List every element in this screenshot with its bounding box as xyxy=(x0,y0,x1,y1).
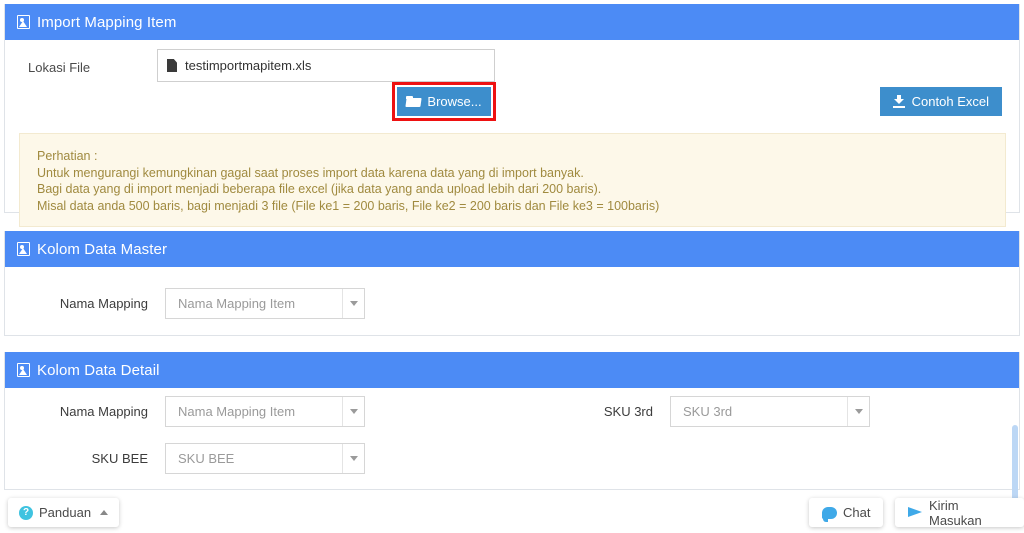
chevron-down-icon[interactable] xyxy=(342,444,364,473)
import-panel-title: Import Mapping Item xyxy=(37,13,177,31)
question-circle-icon: ? xyxy=(19,505,33,520)
chat-button[interactable]: Chat xyxy=(809,498,884,527)
panduan-button[interactable]: ? Panduan xyxy=(8,498,120,527)
download-icon xyxy=(892,95,905,108)
detail-panel-title: Kolom Data Detail xyxy=(37,361,160,379)
file-path-field[interactable]: testimportmapitem.xls xyxy=(157,49,495,82)
detail-sku-bee-label: SKU BEE xyxy=(91,451,148,466)
app-page: Import Mapping Item Lokasi File testimpo… xyxy=(0,0,1024,533)
chevron-down-icon[interactable] xyxy=(342,289,364,318)
file-name-text: testimportmapitem.xls xyxy=(185,58,312,73)
master-nama-mapping-label: Nama Mapping xyxy=(59,296,148,311)
chat-bubble-icon xyxy=(822,506,837,522)
contoh-excel-button[interactable]: Contoh Excel xyxy=(879,87,1002,116)
warning-line-3: Misal data anda 500 baris, bagi menjadi … xyxy=(37,198,660,213)
folder-icon xyxy=(406,96,421,107)
warning-heading: Perhatian : xyxy=(37,149,98,163)
panduan-label: Panduan xyxy=(39,505,92,520)
file-location-row: Lokasi File testimportmapitem.xls Browse… xyxy=(5,40,1019,121)
kirim-masukan-button[interactable]: Kirim Masukan xyxy=(895,497,1024,528)
import-mapping-panel: Import Mapping Item Lokasi File testimpo… xyxy=(4,4,1020,227)
broken-image-icon xyxy=(17,15,30,29)
panel-scrollbar[interactable] xyxy=(1012,425,1018,509)
detail-sku-bee-placeholder: SKU BEE xyxy=(178,451,235,466)
detail-panel-header: Kolom Data Detail xyxy=(5,352,1019,388)
browse-button-label: Browse... xyxy=(427,94,482,109)
file-location-label: Lokasi File xyxy=(28,60,91,75)
detail-nama-mapping-select[interactable]: Nama Mapping Item xyxy=(165,396,365,427)
warning-line-2: Bagi data yang di import menjadi beberap… xyxy=(37,182,602,196)
detail-sku-3rd-row: SKU 3rd SKU 3rd xyxy=(510,396,870,427)
warning-line-1: Untuk mengurangi kemungkinan gagal saat … xyxy=(37,165,584,180)
broken-image-icon xyxy=(17,363,30,377)
kirim-masukan-label: Kirim Masukan xyxy=(929,497,982,528)
chat-label: Chat xyxy=(843,505,871,520)
detail-nama-mapping-placeholder: Nama Mapping Item xyxy=(178,404,296,419)
paper-plane-icon xyxy=(908,506,923,519)
detail-sku-3rd-label: SKU 3rd xyxy=(603,404,653,419)
master-panel-title: Kolom Data Master xyxy=(37,240,168,258)
detail-sku-3rd-select[interactable]: SKU 3rd xyxy=(670,396,870,427)
document-icon xyxy=(167,59,177,72)
detail-sku-bee-select[interactable]: SKU BEE xyxy=(165,443,365,474)
kolom-data-master-panel: Kolom Data Master Nama Mapping Nama Mapp… xyxy=(4,231,1020,336)
master-panel-header: Kolom Data Master xyxy=(5,231,1019,267)
detail-sku-bee-row: SKU BEE SKU BEE xyxy=(5,443,365,474)
chevron-down-icon[interactable] xyxy=(342,397,364,426)
master-nama-mapping-select[interactable]: Nama Mapping Item xyxy=(165,288,365,319)
kolom-data-detail-panel: Kolom Data Detail Nama Mapping Nama Mapp… xyxy=(4,352,1020,509)
detail-sku-3rd-placeholder: SKU 3rd xyxy=(683,404,733,419)
browse-button[interactable]: Browse... xyxy=(397,87,491,116)
master-nama-mapping-placeholder: Nama Mapping Item xyxy=(178,296,296,311)
import-panel-header: Import Mapping Item xyxy=(5,4,1019,40)
broken-image-icon xyxy=(17,242,30,256)
contoh-excel-label: Contoh Excel xyxy=(911,94,989,109)
warning-box: Perhatian : Untuk mengurangi kemungkinan… xyxy=(19,133,1006,227)
detail-nama-mapping-label: Nama Mapping xyxy=(59,404,148,419)
chevron-up-icon xyxy=(100,510,109,515)
detail-nama-mapping-row: Nama Mapping Nama Mapping Item xyxy=(5,396,365,427)
chevron-down-icon[interactable] xyxy=(847,397,869,426)
master-nama-mapping-row: Nama Mapping Nama Mapping Item xyxy=(5,288,365,319)
